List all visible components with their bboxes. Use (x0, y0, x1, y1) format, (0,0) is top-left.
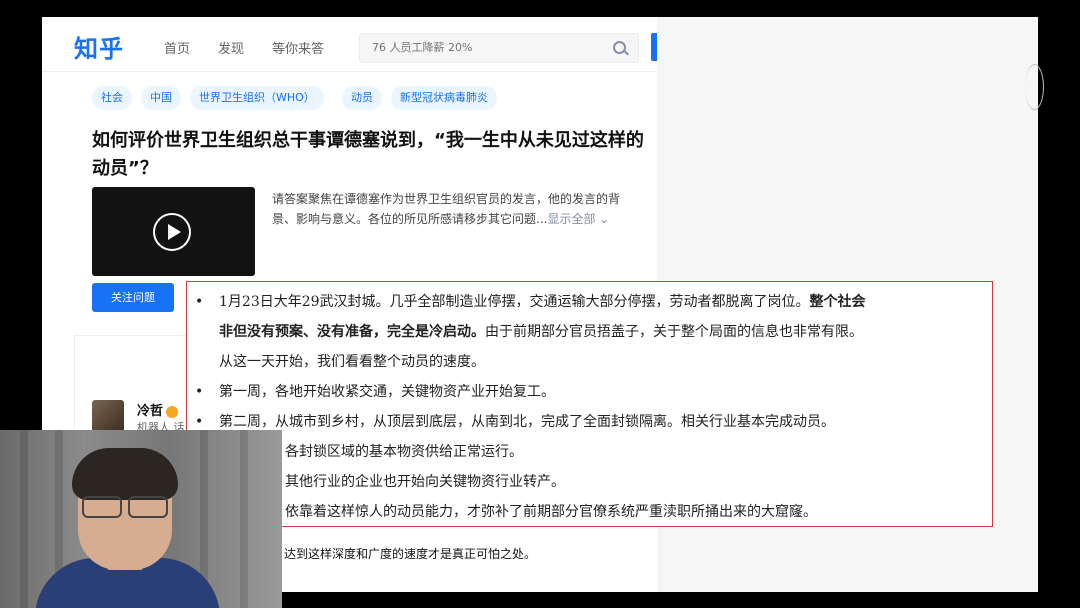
tag-who[interactable]: 世界卫生组织（WHO） (190, 86, 324, 110)
nav-waiting-answers[interactable]: 等你来答 (272, 38, 324, 57)
overlay-text: 1月23日大年29武汉封城。几乎全部制造业停摆，交通运输大部分停摆，劳动者都脱离… (219, 294, 810, 310)
play-icon[interactable] (153, 213, 191, 251)
bullet-icon: • (195, 384, 204, 400)
glasses-icon (82, 496, 168, 518)
zhihu-logo[interactable]: 知乎 (74, 29, 124, 64)
answer-text: 达到这样深度和广度的速度才是真正可怕之处。 (284, 547, 537, 561)
nav-discover[interactable]: 发现 (218, 38, 244, 57)
ask-button[interactable] (651, 33, 657, 61)
nav-home[interactable]: 首页 (164, 38, 190, 57)
author-name-text[interactable]: 冷哲 (137, 404, 163, 419)
search-icon[interactable] (613, 41, 626, 54)
tag-china[interactable]: 中国 (141, 86, 181, 110)
show-all-label[interactable]: 显示全部 (547, 212, 595, 226)
author-name[interactable]: 冷哲 (137, 400, 179, 419)
question-video[interactable] (92, 187, 255, 276)
webcam-feed (0, 430, 282, 608)
quote-overlay: • 1月23日大年29武汉封城。几乎全部制造业停摆，交通运输大部分停摆，劳动者都… (186, 281, 993, 527)
search-box[interactable] (359, 33, 639, 63)
show-all-link[interactable]: 显示全部 ⌄ (547, 212, 609, 226)
tag-mobilization[interactable]: 动员 (342, 86, 382, 110)
top-bar: 知乎 首页 发现 等你来答 (42, 17, 657, 72)
question-title: 如何评价世界卫生组织总干事谭德塞说到，“我一生中从未见过这样的动员”？ (92, 130, 644, 179)
chevron-down-icon[interactable]: ⌄ (599, 212, 609, 226)
tag-society[interactable]: 社会 (92, 86, 132, 110)
overlay-bold-text: 非但没有预案、没有准备，完全是冷启动。 (219, 324, 485, 340)
circle-outline-icon (1025, 64, 1044, 110)
presenter-hair (72, 448, 178, 500)
search-input[interactable] (370, 40, 604, 55)
bullet-icon: • (195, 294, 204, 310)
question-desc-line1: 请答案聚焦在谭德塞作为世界卫生组织官员的发言，他的发言的背 (272, 192, 621, 206)
verified-badge-icon (166, 405, 179, 418)
avatar[interactable] (92, 400, 124, 432)
follow-question-button[interactable]: 关注问题 (92, 283, 174, 312)
question-description: 请答案聚焦在谭德塞作为世界卫生组织官员的发言，他的发言的背 景、影响与意义。各位… (272, 189, 642, 229)
bullet-icon: • (195, 414, 204, 430)
tag-covid[interactable]: 新型冠状病毒肺炎 (391, 86, 497, 110)
overlay-bold-text: 整个社会 (809, 294, 866, 310)
overlay-text: 由于前期部分官员捂盖子，关于整个局面的信息也非常有限。 (485, 324, 863, 340)
question-desc-line2: 景、影响与意义。各位的所见所感请移步其它问题... (272, 212, 548, 226)
